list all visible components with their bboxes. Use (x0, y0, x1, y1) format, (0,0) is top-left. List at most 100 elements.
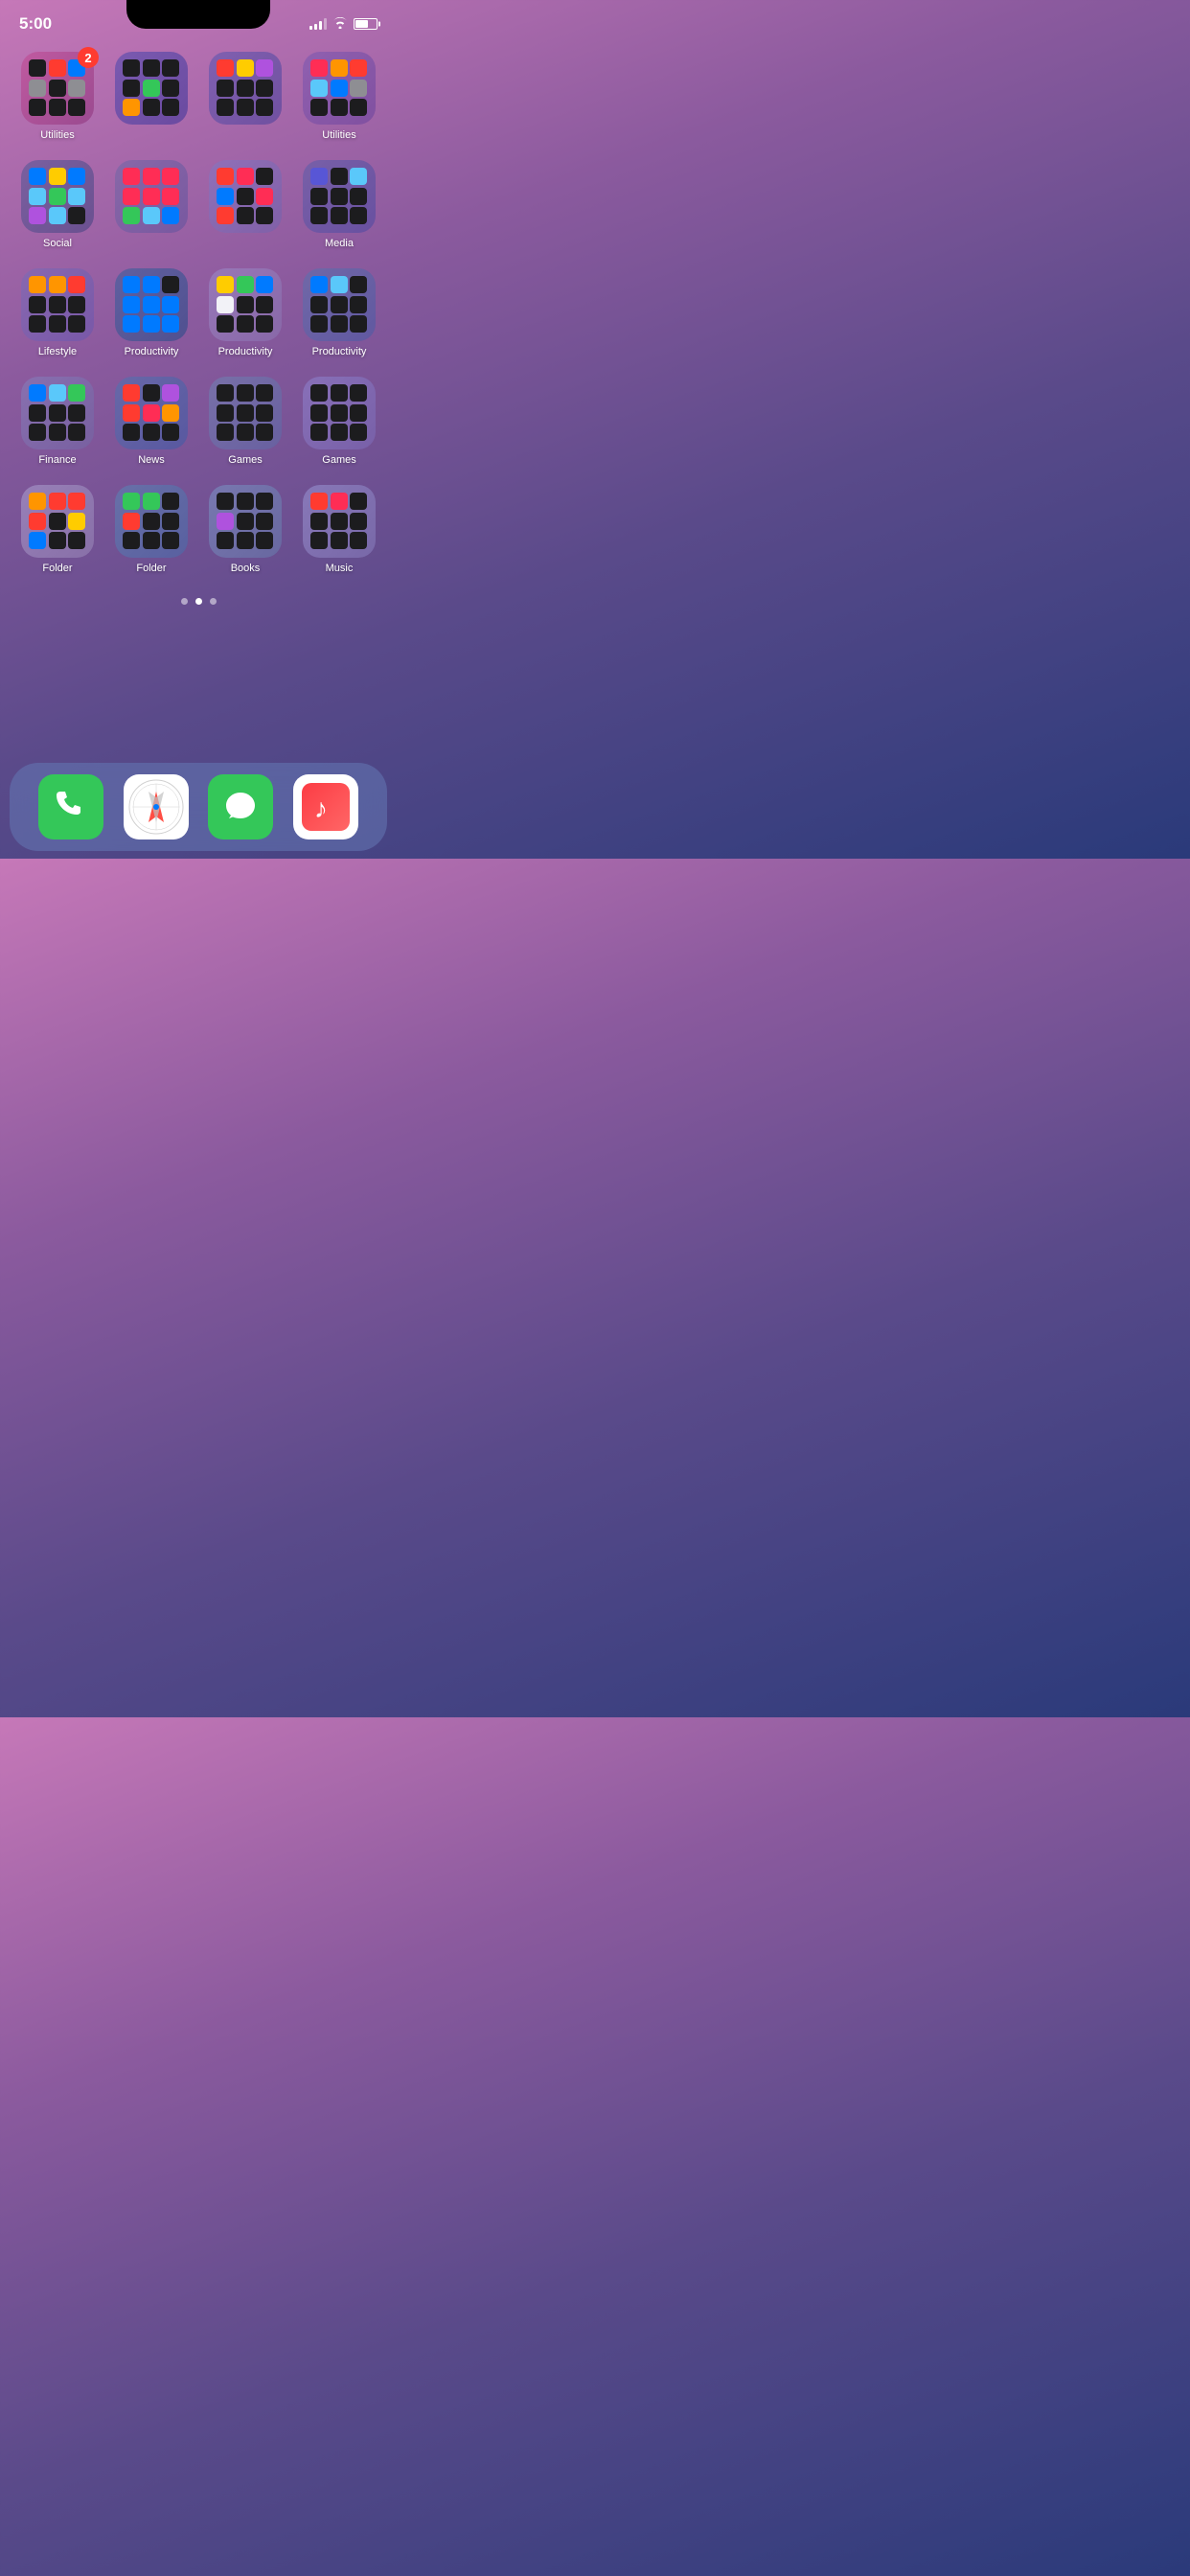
status-time: 5:00 (19, 14, 52, 34)
mini-app-icon (143, 80, 160, 97)
mini-app-icon (237, 168, 254, 185)
mini-app-icon (331, 296, 348, 313)
mini-app-icon (123, 493, 140, 510)
folder-label: News (138, 454, 165, 466)
mini-app-icon (29, 424, 46, 441)
mini-app-icon (123, 404, 140, 422)
folder-3-1[interactable]: News (109, 377, 194, 466)
mini-app-icon (256, 99, 273, 116)
mini-app-icon (331, 384, 348, 402)
dock-app-phone[interactable] (38, 774, 103, 840)
mini-app-icon (29, 315, 46, 333)
mini-app-icon (217, 296, 234, 313)
folder-0-2[interactable] (203, 52, 287, 141)
mini-app-icon (143, 315, 160, 333)
mini-app-icon (29, 404, 46, 422)
mini-app-icon (123, 315, 140, 333)
mini-app-icon (143, 99, 160, 116)
mini-app-icon (68, 493, 85, 510)
mini-app-icon (310, 188, 328, 205)
folder-4-0[interactable]: Folder (15, 485, 100, 574)
mini-app-icon (331, 99, 348, 116)
mini-app-icon (49, 168, 66, 185)
mini-app-icon (162, 59, 179, 77)
mini-app-icon (256, 207, 273, 224)
mini-app-icon (68, 404, 85, 422)
mini-app-icon (217, 59, 234, 77)
page-dot-1[interactable] (181, 598, 188, 605)
mini-app-icon (256, 532, 273, 549)
page-dot-3[interactable] (210, 598, 217, 605)
folder-4-3[interactable]: Music (297, 485, 381, 574)
folder-3-0[interactable]: Finance (15, 377, 100, 466)
mini-app-icon (143, 188, 160, 205)
folder-0-1[interactable] (109, 52, 194, 141)
folder-4-2[interactable]: Books (203, 485, 287, 574)
mini-app-icon (350, 513, 367, 530)
signal-bars-icon (309, 18, 327, 30)
mini-app-icon (331, 513, 348, 530)
mini-app-icon (143, 513, 160, 530)
wifi-icon (332, 17, 348, 32)
folder-1-3[interactable]: Media (297, 160, 381, 249)
mini-app-icon (310, 80, 328, 97)
mini-app-icon (217, 404, 234, 422)
mini-app-icon (68, 296, 85, 313)
mini-app-icon (256, 188, 273, 205)
mini-app-icon (310, 207, 328, 224)
mini-app-icon (256, 276, 273, 293)
mini-app-icon (123, 99, 140, 116)
mini-app-icon (331, 404, 348, 422)
mini-app-icon (162, 168, 179, 185)
mini-app-icon (123, 168, 140, 185)
folder-0-3[interactable]: Utilities (297, 52, 381, 141)
mini-app-icon (68, 80, 85, 97)
mini-app-icon (49, 59, 66, 77)
mini-app-icon (68, 532, 85, 549)
mini-app-icon (162, 99, 179, 116)
folder-2-1[interactable]: Productivity (109, 268, 194, 357)
folder-2-3[interactable]: Productivity (297, 268, 381, 357)
mini-app-icon (310, 532, 328, 549)
folder-3-3[interactable]: Games (297, 377, 381, 466)
mini-app-icon (331, 168, 348, 185)
mini-app-icon (350, 532, 367, 549)
mini-app-icon (123, 384, 140, 402)
mini-app-icon (256, 296, 273, 313)
folder-2-2[interactable]: Productivity (203, 268, 287, 357)
mini-app-icon (237, 207, 254, 224)
mini-app-icon (143, 404, 160, 422)
mini-app-icon (143, 296, 160, 313)
mini-app-icon (331, 276, 348, 293)
folder-4-1[interactable]: Folder (109, 485, 194, 574)
svg-text:♪: ♪ (314, 794, 328, 823)
folder-0-0[interactable]: 2Utilities (15, 52, 100, 141)
mini-app-icon (29, 207, 46, 224)
folder-1-1[interactable] (109, 160, 194, 249)
mini-app-icon (217, 207, 234, 224)
folder-3-2[interactable]: Games (203, 377, 287, 466)
folder-2-0[interactable]: Lifestyle (15, 268, 100, 357)
mini-app-icon (162, 532, 179, 549)
mini-app-icon (237, 80, 254, 97)
dock-app-music[interactable]: ♪ (293, 774, 358, 840)
mini-app-icon (162, 207, 179, 224)
folder-label: Lifestyle (38, 346, 77, 357)
mini-app-icon (237, 532, 254, 549)
folder-1-2[interactable] (203, 160, 287, 249)
dock-app-messages[interactable] (208, 774, 273, 840)
mini-app-icon (123, 532, 140, 549)
dock-app-safari[interactable] (124, 774, 189, 840)
mini-app-icon (29, 80, 46, 97)
mini-app-icon (49, 513, 66, 530)
mini-app-icon (310, 296, 328, 313)
mini-app-icon (331, 532, 348, 549)
folder-label: Folder (42, 563, 72, 574)
mini-app-icon (256, 424, 273, 441)
folder-1-0[interactable]: Social (15, 160, 100, 249)
folder-label: Games (322, 454, 355, 466)
mini-app-icon (162, 80, 179, 97)
mini-app-icon (162, 276, 179, 293)
page-dot-2[interactable] (195, 598, 202, 605)
mini-app-icon (29, 59, 46, 77)
